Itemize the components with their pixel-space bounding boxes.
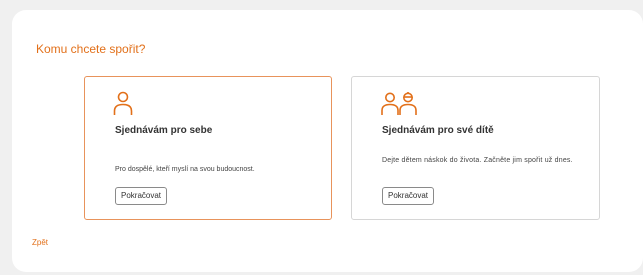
continue-button[interactable]: Pokračovat — [382, 187, 435, 205]
option-card-self[interactable]: Sjednávám pro sebe Pro dospělé, kteří my… — [84, 76, 332, 220]
continue-button[interactable]: Pokračovat — [115, 187, 168, 205]
option-title: Sjednávám pro sebe — [115, 125, 213, 136]
person-icon — [113, 91, 137, 122]
selection-panel: Komu chcete spořit? Sjednávám pro sebe P… — [12, 10, 643, 272]
option-description: Dejte dětem náskok do života. Začněte ji… — [382, 157, 573, 164]
option-description: Pro dospělé, kteří myslí na svou budoucn… — [115, 166, 255, 173]
back-link[interactable]: Zpět — [32, 238, 48, 247]
option-title: Sjednávám pro své dítě — [382, 125, 494, 136]
page-question: Komu chcete spořit? — [36, 42, 146, 56]
parent-and-child-icon — [380, 91, 420, 122]
option-card-child[interactable]: Sjednávám pro své dítě Dejte dětem násko… — [351, 76, 600, 220]
